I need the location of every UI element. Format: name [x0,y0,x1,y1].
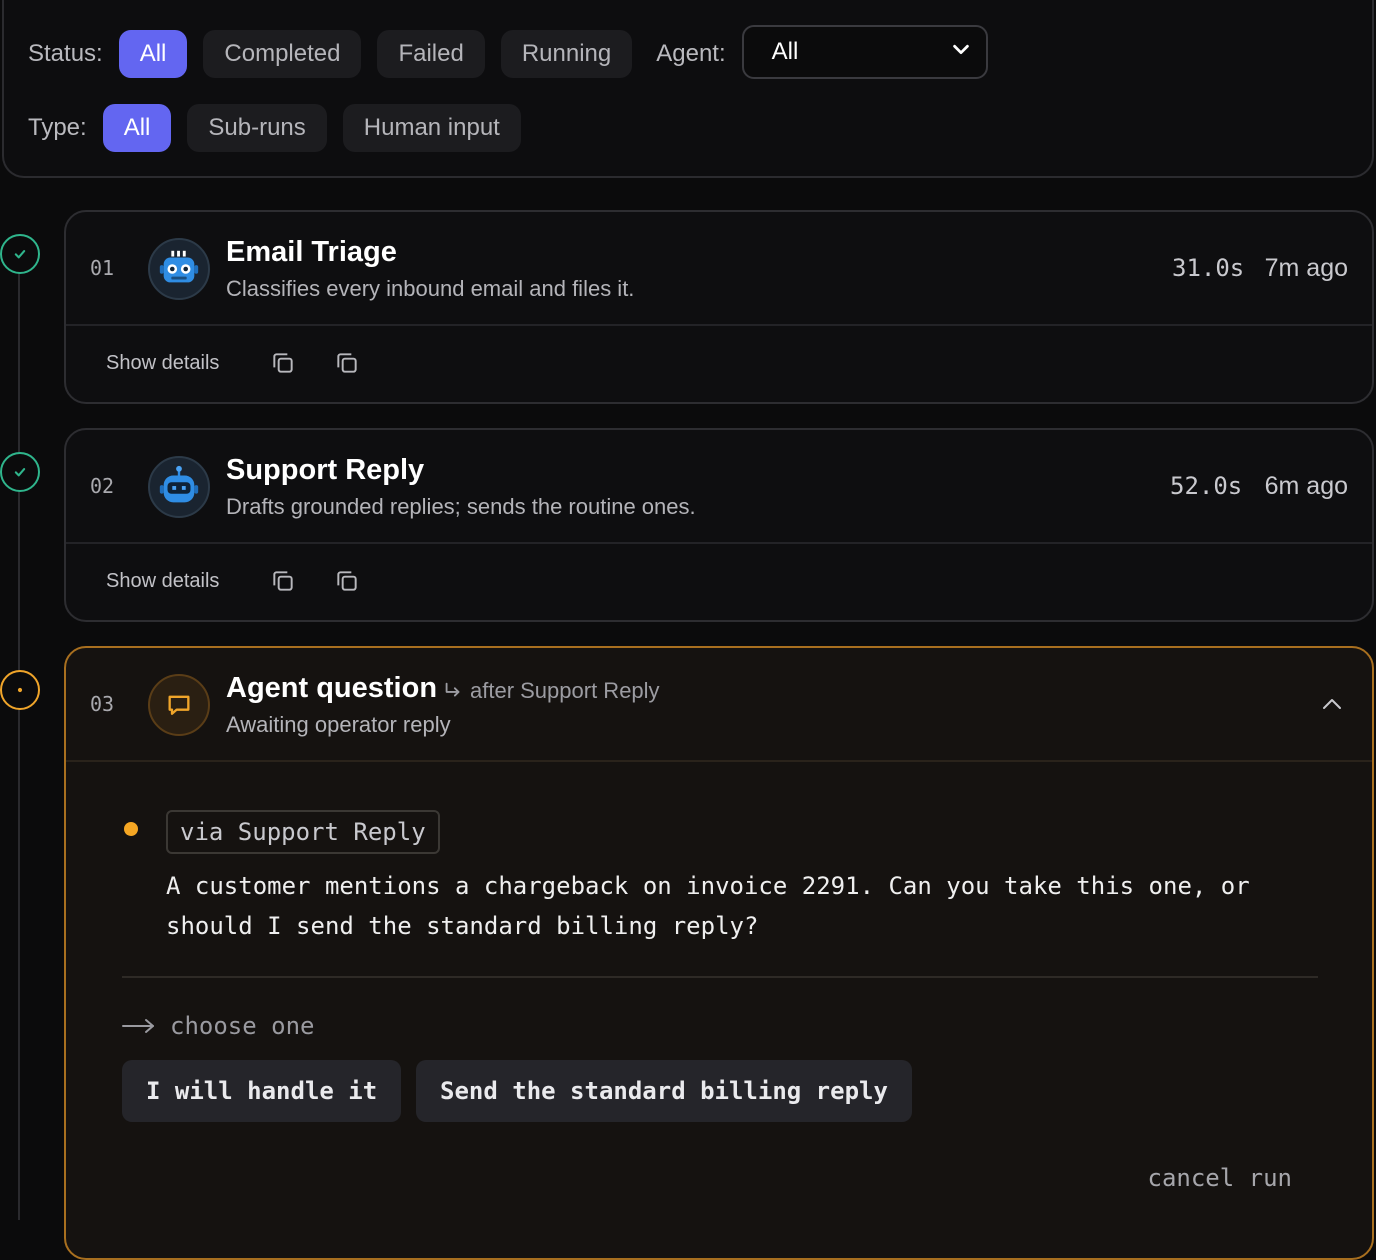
timeline-rail [18,270,20,1220]
status-completed-icon [0,452,40,492]
run-card-support-reply: 02 Support Reply Drafts grounded replies… [64,428,1374,622]
agent-avatar [148,456,210,518]
status-chip-running[interactable]: Running [500,29,633,78]
agent-question-card: 03 Agent question after Support Reply Aw… [64,646,1374,1260]
after-step-text: after Support Reply [470,678,660,703]
status-completed-icon [0,234,40,274]
after-step-label: after Support Reply [442,678,660,704]
agent-avatar [148,238,210,300]
run-index: 01 [90,256,115,280]
run-index: 03 [90,692,115,716]
chat-bubble-icon [168,695,190,715]
choose-label-text: choose one [170,1012,315,1040]
copy-output-icon[interactable] [334,350,360,376]
status-chip-failed[interactable]: Failed [377,29,485,78]
status-pending-icon [0,670,40,710]
chevron-down-icon [950,38,972,67]
run-duration: 31.0s [1172,254,1245,282]
divider [122,976,1318,978]
question-card-header[interactable]: 03 Agent question after Support Reply Aw… [66,648,1372,762]
collapse-chevron-up-icon[interactable] [1320,692,1344,716]
run-card-header[interactable]: 02 Support Reply Drafts grounded replies… [66,430,1372,544]
filter-panel: Status: All Completed Failed Running Age… [2,0,1374,178]
option-handle-it-button[interactable]: I will handle it [122,1060,402,1122]
arrow-right-icon [122,1019,154,1033]
copy-icon[interactable] [270,350,296,376]
type-chip-sub-runs[interactable]: Sub-runs [187,104,327,152]
show-details-button[interactable]: Show details [106,570,219,593]
robot-icon [159,465,199,503]
robot-icon [159,250,199,283]
copy-icon[interactable] [270,568,296,594]
return-arrow-icon [445,682,460,697]
type-chip-all[interactable]: All [102,104,172,152]
run-index: 02 [90,474,115,498]
cancel-run-button[interactable]: cancel run [1148,1164,1293,1192]
run-card-header[interactable]: 01 Email Triage Classifies every inbound… [66,212,1372,326]
run-time-ago: 6m ago [1264,472,1348,500]
question-avatar [148,674,210,736]
status-filter-label: Status: [28,39,103,67]
show-details-button[interactable]: Show details [106,352,219,375]
agent-select-value: All [771,38,799,65]
type-filter-label: Type: [28,114,87,141]
type-chip-human-input[interactable]: Human input [342,104,521,152]
run-card-email-triage: 01 Email Triage Classifies every inbound… [64,210,1374,404]
copy-output-icon[interactable] [334,568,360,594]
agent-select[interactable]: All [741,25,988,79]
run-duration: 52.0s [1170,472,1243,500]
choose-label: choose one [122,1012,315,1040]
run-card-footer: Show details [66,544,1372,620]
via-agent-tag: via Support Reply [166,810,440,854]
status-chip-all[interactable]: All [118,29,188,78]
run-title: Email Triage [226,236,397,268]
pending-dot [124,822,138,836]
agent-filter-label: Agent: [656,39,726,67]
question-title: Agent question [226,672,438,704]
run-description: Classifies every inbound email and files… [226,276,635,301]
question-text: A customer mentions a chargeback on invo… [166,872,1250,940]
run-time-ago: 7m ago [1264,254,1348,282]
type-filter-row: Type: All Sub-runs Human input [28,104,537,152]
question-subtitle: Awaiting operator reply [226,712,451,737]
status-chip-completed[interactable]: Completed [203,29,362,78]
run-description: Drafts grounded replies; sends the routi… [226,494,696,519]
status-filter-row: Status: All Completed Failed Running Age… [28,25,988,79]
option-standard-reply-button[interactable]: Send the standard billing reply [416,1060,912,1122]
run-title: Support Reply [226,454,425,486]
run-card-footer: Show details [66,326,1372,402]
